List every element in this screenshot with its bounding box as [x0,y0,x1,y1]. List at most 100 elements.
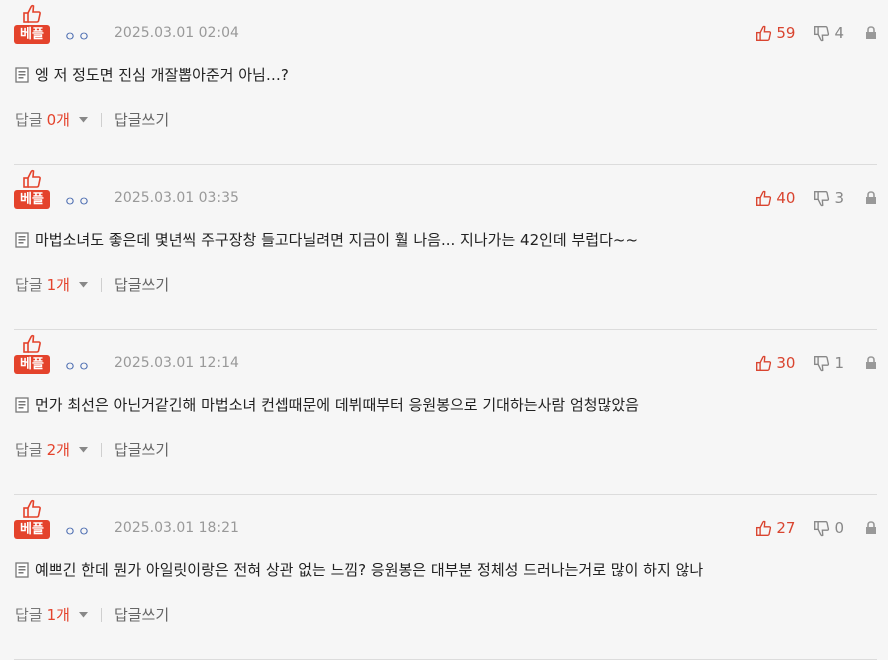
lock-icon [866,521,876,534]
comment-body: 예쁘긴 한데 뭔가 아일릿이랑은 전혀 상관 없는 느낌? 응원봉은 대부분 정… [15,559,703,580]
thumbs-up-icon [756,355,772,371]
thumbs-up-icon [23,334,41,353]
upvote-count: 27 [776,519,796,537]
downvote-count: 3 [834,189,844,207]
reply-bar: 답글 0개 답글쓰기 [15,109,169,130]
document-icon [15,561,29,578]
comment-body: 마법소녀도 좋은데 몇년씩 주구장창 들고다닐려면 지금이 훨 나음... 지나… [15,229,638,250]
write-reply-button[interactable]: 답글쓰기 [114,109,169,130]
vote-group: 59 4 [755,24,878,42]
upvote-count: 59 [776,24,796,42]
report-button[interactable] [864,521,878,535]
thumbs-down-icon [814,520,830,536]
report-button[interactable] [864,26,878,40]
caret-down-icon [78,446,88,452]
report-button[interactable] [864,356,878,370]
upvote-button[interactable]: 30 [755,354,795,372]
reply-count: 1개 [46,606,70,624]
thumbs-down-icon [814,25,830,41]
thumbs-down-icon [814,190,830,206]
best-badge-label: 베플 [14,520,50,539]
author-name[interactable]: ㅇㅇ [64,26,92,45]
upvote-button[interactable]: 40 [755,189,795,207]
downvote-button[interactable]: 0 [813,519,844,537]
reply-count: 0개 [46,111,70,129]
caret-down-icon [78,116,88,122]
reply-bar: 답글 2개 답글쓰기 [15,439,169,460]
comment-date: 2025.03.01 18:21 [114,520,239,536]
reply-toggle[interactable]: 답글 2개 [15,439,89,460]
document-icon [15,231,29,248]
downvote-button[interactable]: 4 [813,24,844,42]
reply-toggle[interactable]: 답글 1개 [15,274,89,295]
thumbs-up-icon [23,499,41,518]
report-button[interactable] [864,191,878,205]
separator [100,607,102,622]
thumbs-up-icon [756,190,772,206]
reply-count: 2개 [46,441,70,459]
write-reply-button[interactable]: 답글쓰기 [114,604,169,625]
lock-icon [866,356,876,369]
separator [100,442,102,457]
comment-date: 2025.03.01 12:14 [114,355,239,371]
write-reply-button[interactable]: 답글쓰기 [114,274,169,295]
downvote-button[interactable]: 3 [813,189,844,207]
reply-label: 답글 [15,441,43,459]
reply-label: 답글 [15,606,43,624]
author-name[interactable]: ㅇㅇ [64,521,92,540]
author-name[interactable]: ㅇㅇ [64,356,92,375]
lock-icon [866,191,876,204]
upvote-button[interactable]: 59 [755,24,795,42]
best-badge: 베플 [14,4,50,44]
vote-group: 27 0 [755,519,878,537]
comment-item: 베플 ㅇㅇ 2025.03.01 18:21 27 0 예쁘긴 한데 뭔가 아일… [0,495,888,660]
downvote-count: 4 [834,24,844,42]
upvote-button[interactable]: 27 [755,519,795,537]
thumbs-down-icon [814,355,830,371]
vote-group: 40 3 [755,189,878,207]
lock-icon [866,26,876,39]
comment-list: 베플 ㅇㅇ 2025.03.01 02:04 59 4 엥 저 정도면 진심 개… [0,0,888,660]
reply-toggle[interactable]: 답글 0개 [15,109,89,130]
upvote-count: 30 [776,354,796,372]
author-name[interactable]: ㅇㅇ [64,191,92,210]
comment-text: 엥 저 정도면 진심 개잘뽑아준거 아님…? [35,66,289,84]
thumbs-up-icon [756,520,772,536]
best-badge: 베플 [14,334,50,374]
downvote-count: 1 [834,354,844,372]
downvote-count: 0 [834,519,844,537]
document-icon [15,396,29,413]
comment-item: 베플 ㅇㅇ 2025.03.01 12:14 30 1 먼가 최선은 아닌거같긴… [0,330,888,495]
best-badge: 베플 [14,499,50,539]
comment-text: 예쁘긴 한데 뭔가 아일릿이랑은 전혀 상관 없는 느낌? 응원봉은 대부분 정… [35,561,704,579]
separator [100,277,102,292]
caret-down-icon [78,611,88,617]
thumbs-up-icon [756,25,772,41]
reply-label: 답글 [15,276,43,294]
comment-date: 2025.03.01 03:35 [114,190,239,206]
comment-body: 먼가 최선은 아닌거같긴해 마법소녀 컨셉때문에 데뷔때부터 응원봉으로 기대하… [15,394,639,415]
comment-text: 먼가 최선은 아닌거같긴해 마법소녀 컨셉때문에 데뷔때부터 응원봉으로 기대하… [35,396,639,414]
reply-toggle[interactable]: 답글 1개 [15,604,89,625]
comment-body: 엥 저 정도면 진심 개잘뽑아준거 아님…? [15,64,289,85]
vote-group: 30 1 [755,354,878,372]
comment-text: 마법소녀도 좋은데 몇년씩 주구장창 들고다닐려면 지금이 훨 나음... 지나… [35,231,639,249]
best-badge-label: 베플 [14,355,50,374]
reply-bar: 답글 1개 답글쓰기 [15,604,169,625]
downvote-button[interactable]: 1 [813,354,844,372]
caret-down-icon [78,281,88,287]
thumbs-up-icon [23,4,41,23]
thumbs-up-icon [23,169,41,188]
write-reply-button[interactable]: 답글쓰기 [114,439,169,460]
reply-bar: 답글 1개 답글쓰기 [15,274,169,295]
comment-item: 베플 ㅇㅇ 2025.03.01 03:35 40 3 마법소녀도 좋은데 몇년… [0,165,888,330]
best-badge-label: 베플 [14,25,50,44]
comment-item: 베플 ㅇㅇ 2025.03.01 02:04 59 4 엥 저 정도면 진심 개… [0,0,888,165]
document-icon [15,66,29,83]
best-badge-label: 베플 [14,190,50,209]
comment-date: 2025.03.01 02:04 [114,25,239,41]
reply-count: 1개 [46,276,70,294]
upvote-count: 40 [776,189,796,207]
reply-label: 답글 [15,111,43,129]
best-badge: 베플 [14,169,50,209]
